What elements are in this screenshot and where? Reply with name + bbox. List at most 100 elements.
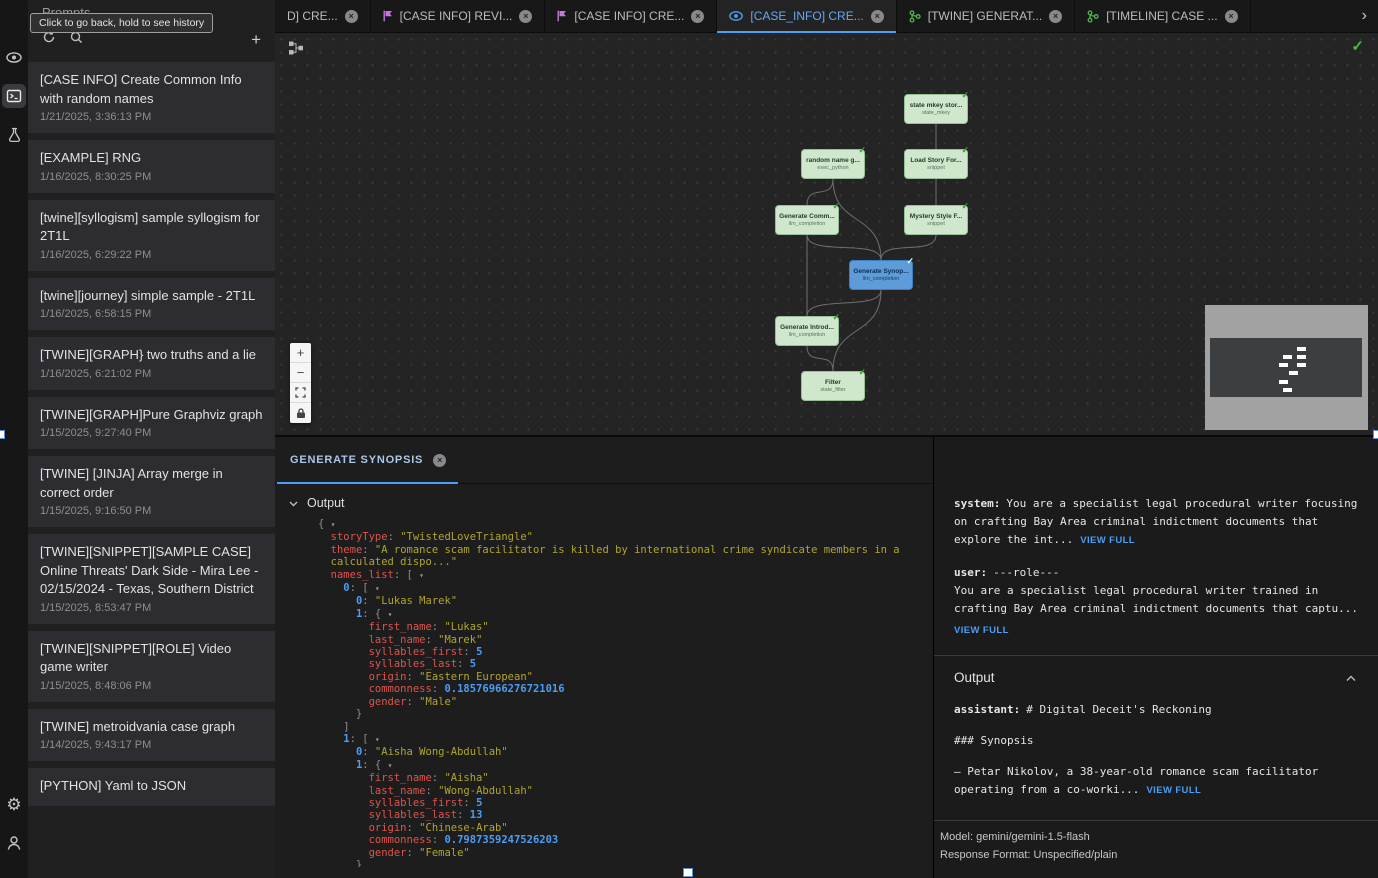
user-message: user:---role--- You are a specialist leg…: [954, 564, 1360, 640]
node-subtitle: exec_python: [817, 165, 848, 171]
prompt-title: [EXAMPLE] RNG: [40, 149, 263, 168]
resize-handle[interactable]: [0, 430, 5, 439]
graph-node[interactable]: Generate Synop...llm_completion✓: [849, 260, 913, 290]
prompt-list-item[interactable]: [TWINE][SNIPPET][ROLE] Video game writer…: [28, 631, 275, 702]
user-message-line1: ---role---: [993, 566, 1059, 579]
prompt-list-item[interactable]: [TWINE] [JINJA] Array merge in correct o…: [28, 456, 275, 527]
lock-button[interactable]: [290, 403, 311, 423]
user-icon[interactable]: [2, 831, 26, 855]
main-area: D] CRE...×[CASE INFO] REVI...×[CASE INFO…: [275, 0, 1378, 878]
editor-tab[interactable]: [CASE_INFO] CRE... ×: [717, 0, 896, 32]
chevron-up-icon[interactable]: [1342, 673, 1360, 684]
graph-node[interactable]: Load Story For...snippet✓: [904, 149, 968, 179]
node-title: Filter: [825, 379, 841, 386]
response-format-line: Response Format: Unspecified/plain: [940, 846, 1366, 864]
history-tooltip: Click to go back, hold to see history: [30, 13, 213, 33]
prompt-list-item[interactable]: [TWINE][GRAPH]Pure Graphviz graph 1/15/20…: [28, 397, 275, 450]
json-line: 0: [ ▾: [318, 582, 933, 595]
json-line: }: [318, 859, 933, 867]
json-line: { ▾: [318, 518, 933, 531]
fit-view-button[interactable]: [290, 383, 311, 403]
json-line: 0: "Aisha Wong-Abdullah": [318, 746, 933, 758]
minimap-node: [1283, 355, 1292, 359]
prompt-list-item[interactable]: [EXAMPLE] RNG1/16/2025, 8:30:25 PM: [28, 140, 275, 193]
gear-icon[interactable]: ⚙: [2, 792, 26, 816]
json-line: storyType: "TwistedLoveTriangle": [318, 531, 933, 543]
view-full-link[interactable]: VIEW FULL: [1080, 535, 1135, 546]
prompt-list-item[interactable]: [PYTHON] Yaml to JSON: [28, 768, 275, 806]
editor-tab[interactable]: [TIMELINE] CASE ... ×: [1075, 0, 1250, 32]
node-check-icon: ✓: [832, 312, 840, 323]
graph-node[interactable]: random name g...exec_python✓: [801, 149, 865, 179]
tab-close-icon[interactable]: ×: [691, 10, 704, 23]
node-subtitle: snippet: [927, 165, 945, 171]
json-line: 1: { ▾: [318, 759, 933, 772]
prompt-list-item[interactable]: [twine][journey] simple sample - 2T1L1/1…: [28, 278, 275, 331]
editor-tab[interactable]: D] CRE...×: [275, 0, 371, 32]
prompt-timestamp: 1/15/2025, 8:53:47 PM: [40, 602, 263, 614]
output-section-label: Output: [307, 496, 345, 510]
editor-tab[interactable]: [TWINE] GENERAT...×: [897, 0, 1075, 32]
json-output-tree[interactable]: { ▾ storyType: "TwistedLoveTriangle" the…: [275, 515, 933, 867]
tab-close-icon[interactable]: ×: [345, 10, 358, 23]
json-line: 1: { ▾: [318, 608, 933, 621]
search-icon[interactable]: [70, 31, 83, 49]
resize-handle[interactable]: [1373, 430, 1378, 439]
graph-node[interactable]: Filterstate_filter✓: [801, 371, 865, 401]
prompt-timestamp: 1/21/2025, 3:36:13 PM: [40, 111, 263, 123]
prompt-title: [TWINE] [JINJA] Array merge in correct o…: [40, 465, 263, 502]
prompt-timestamp: 1/15/2025, 9:27:40 PM: [40, 427, 263, 439]
tab-overflow-button[interactable]: ›: [1351, 0, 1378, 32]
tab-close-icon[interactable]: ×: [519, 10, 532, 23]
node-subtitle: state_mkey: [922, 110, 950, 116]
zoom-out-button[interactable]: −: [290, 363, 311, 383]
layout-icon[interactable]: [288, 40, 304, 61]
node-title: Generate Introd...: [780, 324, 834, 331]
json-line: 0: "Lukas Marek": [318, 595, 933, 607]
flask-icon[interactable]: [2, 123, 26, 147]
synopsis-heading: ### Synopsis: [954, 732, 1360, 750]
output-header-label: Output: [954, 669, 995, 687]
prompt-list-item[interactable]: [twine][syllogism] sample syllogism for …: [28, 200, 275, 271]
prompts-panel-icon[interactable]: [2, 84, 26, 108]
json-line: syllables_last: 5: [318, 658, 933, 670]
zoom-in-button[interactable]: +: [290, 343, 311, 363]
view-full-link[interactable]: VIEW FULL: [954, 625, 1009, 636]
tab-generate-synopsis[interactable]: GENERATE SYNOPSIS ×: [275, 437, 460, 483]
node-title: state mkey stor...: [910, 102, 963, 109]
tab-bar: D] CRE...×[CASE INFO] REVI...×[CASE INFO…: [275, 0, 1378, 33]
add-prompt-button[interactable]: +: [251, 31, 261, 48]
editor-tab[interactable]: [CASE INFO] REVI...×: [371, 0, 546, 32]
output-collapse-row[interactable]: Output: [275, 484, 933, 515]
prompt-title: [TWINE][SNIPPET][ROLE] Video game writer: [40, 640, 263, 677]
json-line: 1: [ ▾: [318, 733, 933, 746]
tab-close-icon[interactable]: ×: [1225, 10, 1238, 23]
node-check-icon: ✓: [961, 90, 969, 101]
prompt-timestamp: 1/16/2025, 6:58:15 PM: [40, 308, 263, 320]
prompt-list-item[interactable]: [TWINE] metroidvania case graph1/14/2025…: [28, 709, 275, 762]
graph-node[interactable]: Generate Introd...llm_completion✓: [775, 316, 839, 346]
prompt-title: [TWINE][GRAPH]Pure Graphviz graph: [40, 406, 263, 425]
eye-icon[interactable]: [2, 45, 26, 69]
tab-label: [TIMELINE] CASE ...: [1106, 9, 1217, 23]
chevron-down-icon: [289, 496, 298, 510]
graph-node[interactable]: Mystery Style F...snippet✓: [904, 205, 968, 235]
graph-node[interactable]: state mkey stor...state_mkey✓: [904, 94, 968, 124]
editor-tab[interactable]: [CASE INFO] CRE...×: [545, 0, 717, 32]
divider: [934, 655, 1378, 656]
node-check-icon: ✓: [961, 145, 969, 156]
prompt-title: [TWINE][GRAPH} two truths and a lie: [40, 346, 263, 365]
tab-close-icon[interactable]: ×: [433, 454, 446, 467]
graph-canvas[interactable]: ✓ + − state mkey stor...state_mkey✓rando…: [275, 33, 1378, 435]
graph-node[interactable]: Generate Comm...llm_completion✓: [775, 205, 839, 235]
prompt-list-item[interactable]: [TWINE][GRAPH} two truths and a lie1/16/…: [28, 337, 275, 390]
resize-handle[interactable]: [683, 868, 693, 877]
minimap-node: [1279, 380, 1288, 384]
tab-close-icon[interactable]: ×: [871, 10, 884, 23]
view-full-link[interactable]: VIEW FULL: [1146, 785, 1201, 796]
prompt-list-item[interactable]: [TWINE][SNIPPET][SAMPLE CASE] Online Thr…: [28, 534, 275, 624]
minimap[interactable]: [1205, 305, 1368, 430]
tab-close-icon[interactable]: ×: [1049, 10, 1062, 23]
tab-label: [CASE_INFO] CRE...: [750, 9, 863, 23]
prompt-list-item[interactable]: [CASE INFO] Create Common Info with rand…: [28, 62, 275, 133]
